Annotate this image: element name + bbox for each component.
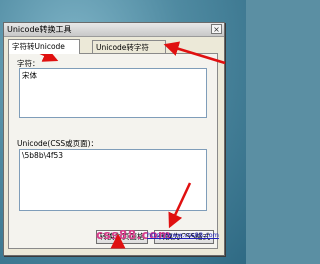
arrow-to-css-button <box>168 182 192 229</box>
tab-char-to-unicode[interactable]: 字符转Unicode <box>8 39 80 54</box>
arrow-to-tab-2 <box>163 41 226 65</box>
